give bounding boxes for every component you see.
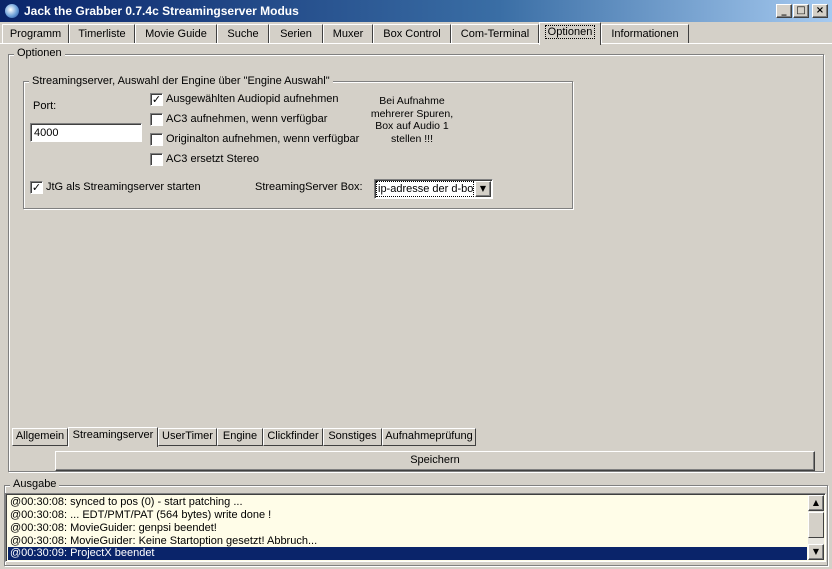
ac3-stereo-label: AC3 ersetzt Stereo bbox=[166, 153, 259, 165]
audiopid-label: Ausgewählten Audiopid aufnehmen bbox=[166, 93, 339, 105]
tab-aufnahmepruefung[interactable]: Aufnahmeprüfung bbox=[382, 428, 476, 446]
tab-movie-guide[interactable]: Movie Guide bbox=[135, 24, 217, 44]
tab-label: Engine bbox=[222, 430, 258, 442]
main-tab-strip: Programm Timerliste Movie Guide Suche Se… bbox=[0, 22, 832, 45]
tab-label: Muxer bbox=[332, 28, 364, 40]
tab-label: Streamingserver bbox=[72, 429, 154, 441]
streaming-box-value: ip-adresse der d-box bbox=[376, 181, 474, 197]
maximize-button[interactable]: □ bbox=[793, 4, 809, 18]
tab-com-terminal[interactable]: Com-Terminal bbox=[451, 24, 539, 44]
scroll-down-icon[interactable]: ▼ bbox=[808, 544, 824, 560]
ac3-label: AC3 aufnehmen, wenn verfügbar bbox=[166, 113, 328, 125]
streaming-group-label: Streamingserver, Auswahl der Engine über… bbox=[29, 75, 333, 87]
tab-page-border bbox=[0, 43, 832, 44]
tab-label: Com-Terminal bbox=[460, 28, 530, 40]
tab-clickfinder[interactable]: Clickfinder bbox=[263, 428, 323, 446]
note-line: stellen !!! bbox=[390, 132, 434, 145]
tab-label: Sonstiges bbox=[328, 430, 377, 442]
tab-usertimer[interactable]: UserTimer bbox=[158, 428, 217, 446]
tab-label: Programm bbox=[9, 28, 62, 40]
tab-label: UserTimer bbox=[162, 430, 213, 442]
check-icon: ✓ bbox=[151, 93, 162, 106]
tab-label: Optionen bbox=[544, 25, 596, 39]
streaming-box-label: StreamingServer Box: bbox=[255, 181, 363, 193]
log-line[interactable]: @00:30:08: MovieGuider: genpsi beendet! bbox=[8, 522, 807, 535]
tab-allgemein[interactable]: Allgemein bbox=[12, 428, 68, 446]
originalton-label: Originalton aufnehmen, wenn verfügbar bbox=[166, 133, 360, 145]
scroll-up-icon[interactable]: ▲ bbox=[808, 495, 824, 511]
tab-label: Suche bbox=[227, 28, 259, 40]
ausgabe-group-label: Ausgabe bbox=[10, 478, 60, 490]
note-line: mehrerer Spuren, bbox=[370, 107, 454, 120]
tab-streamingserver[interactable]: Streamingserver bbox=[68, 427, 158, 447]
tab-label: Clickfinder bbox=[267, 430, 319, 442]
log-line[interactable]: @00:30:08: ... EDT/PMT/PAT (564 bytes) w… bbox=[8, 509, 807, 522]
tab-label: Timerliste bbox=[78, 28, 126, 40]
audiopid-checkbox[interactable]: ✓ bbox=[150, 93, 163, 106]
log-line[interactable]: @00:30:08: synced to pos (0) - start pat… bbox=[8, 496, 807, 509]
tab-label: Aufnahmeprüfung bbox=[385, 430, 473, 442]
close-button[interactable]: × bbox=[812, 4, 828, 18]
chevron-down-icon[interactable]: ▼ bbox=[475, 181, 491, 197]
jtg-streamingserver-checkbox[interactable]: ✓ bbox=[30, 181, 43, 194]
tab-programm[interactable]: Programm bbox=[2, 24, 69, 44]
scroll-thumb[interactable] bbox=[808, 512, 824, 538]
tab-sonstiges[interactable]: Sonstiges bbox=[323, 428, 382, 446]
streaming-box-select[interactable]: ip-adresse der d-box ▼ bbox=[374, 179, 493, 199]
note-line: Box auf Audio 1 bbox=[375, 120, 449, 132]
originalton-checkbox[interactable] bbox=[150, 133, 163, 146]
minimize-button[interactable]: _ bbox=[776, 4, 792, 18]
tab-label: Box Control bbox=[383, 28, 441, 40]
save-button[interactable]: Speichern bbox=[55, 451, 815, 471]
tab-label: Allgemein bbox=[15, 430, 65, 442]
check-icon: ✓ bbox=[31, 181, 42, 194]
app-icon bbox=[4, 3, 20, 19]
tab-suche[interactable]: Suche bbox=[217, 24, 269, 44]
tab-label: Serien bbox=[280, 28, 312, 40]
jtg-streamingserver-label: JtG als Streamingserver starten bbox=[46, 181, 201, 193]
log-line-selected[interactable]: @00:30:09: ProjectX beendet bbox=[8, 547, 807, 560]
tab-muxer[interactable]: Muxer bbox=[323, 24, 373, 44]
tab-timerliste[interactable]: Timerliste bbox=[69, 24, 135, 44]
tab-box-control[interactable]: Box Control bbox=[373, 24, 451, 44]
tab-optionen[interactable]: Optionen bbox=[539, 22, 601, 45]
optionen-group-label: Optionen bbox=[14, 47, 65, 59]
title-bar[interactable]: Jack the Grabber 0.7.4c Streamingserver … bbox=[0, 0, 832, 22]
note-line: Bei Aufnahme bbox=[379, 95, 445, 107]
tab-engine[interactable]: Engine bbox=[217, 428, 263, 446]
audio-note: Bei Aufnahme mehrerer Spuren, Box auf Au… bbox=[370, 95, 454, 145]
output-log[interactable]: @00:30:08: synced to pos (0) - start pat… bbox=[5, 493, 826, 562]
ac3-stereo-checkbox[interactable] bbox=[150, 153, 163, 166]
log-scrollbar[interactable]: ▲ ▼ bbox=[808, 495, 824, 560]
tab-serien[interactable]: Serien bbox=[269, 24, 323, 44]
window-title: Jack the Grabber 0.7.4c Streamingserver … bbox=[24, 4, 299, 18]
tab-label: Movie Guide bbox=[145, 28, 207, 40]
port-label: Port: bbox=[33, 100, 57, 112]
ac3-checkbox[interactable] bbox=[150, 113, 163, 126]
port-input[interactable] bbox=[30, 123, 142, 142]
tab-informationen[interactable]: Informationen bbox=[601, 24, 689, 44]
tab-label: Informationen bbox=[611, 28, 679, 40]
